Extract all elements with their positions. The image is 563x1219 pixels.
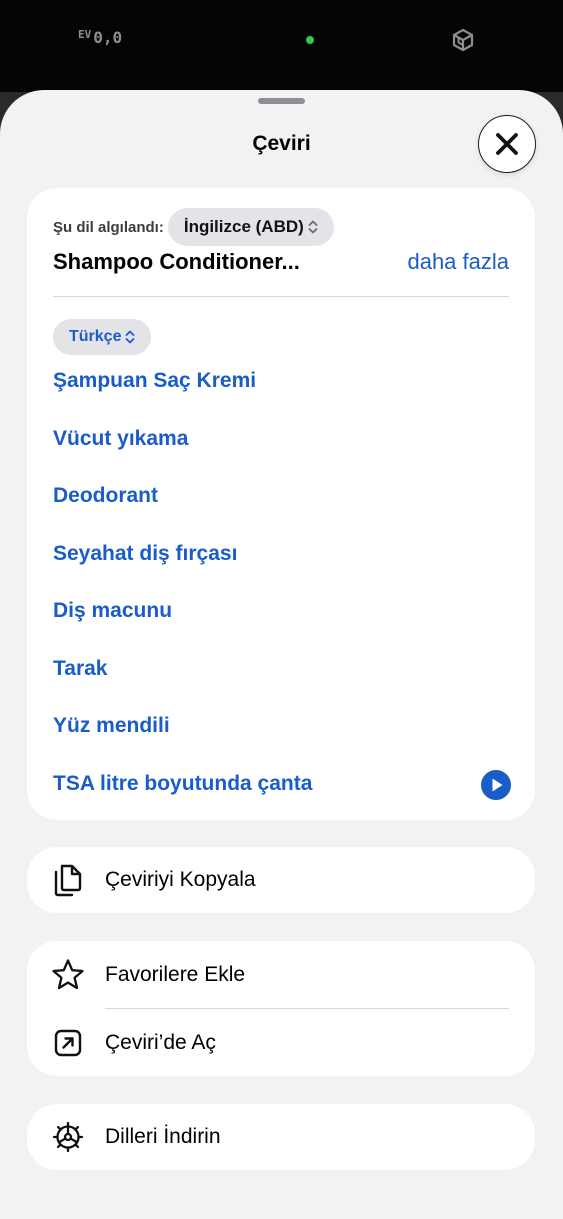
translated-line: Vücut yıkama — [53, 426, 189, 450]
screen: EV 0,0 Çeviri Şu dil algılandı: İngilizce… — [0, 0, 563, 1219]
divider — [105, 1008, 509, 1009]
camera-status-bar: EV 0,0 — [0, 0, 563, 92]
ev-value: 0,0 — [93, 28, 123, 47]
translated-line: Yüz mendili — [53, 714, 170, 737]
translated-line: Şampuan Saç Kremi — [53, 369, 257, 392]
translated-line: Tarak — [53, 656, 108, 680]
target-language-selector[interactable]: Türkçe — [53, 319, 152, 355]
source-language-name: İngilizce (ABD) — [183, 217, 304, 236]
copy-card: Çeviriyi Kopyala — [27, 847, 535, 913]
translation-sheet: Çeviri Şu dil algılandı: İngilizce (ABD)… — [0, 90, 563, 1219]
target-language-name: Türkçe — [69, 328, 122, 345]
chevron-up-down-icon — [126, 330, 135, 344]
actions-card: Favorilere Ekle Çeviri’de Aç — [27, 941, 535, 1076]
divider — [53, 296, 509, 297]
star-icon — [51, 958, 85, 992]
translated-line-last: TSA litre boyutunda çanta — [53, 768, 513, 826]
translation-card: Şu dil algılandı: İngilizce (ABD) Shampo… — [27, 188, 535, 820]
cube-icon[interactable] — [452, 28, 474, 52]
add-to-favorites-label: Favorilere Ekle — [105, 963, 246, 986]
camera-active-indicator — [306, 36, 314, 44]
translated-line: Diş macunu — [53, 599, 173, 622]
ev-label: EV — [78, 28, 92, 41]
gear-icon — [51, 1120, 85, 1154]
detected-language-row: Şu dil algılandı: İngilizce (ABD) — [53, 208, 334, 246]
source-language-selector[interactable]: İngilizce (ABD) — [167, 208, 334, 246]
copy-translation-label: Çeviriyi Kopyala — [105, 868, 256, 891]
translated-line: Seyahat diş fırçası — [53, 541, 238, 565]
download-languages-label: Dilleri İndirin — [105, 1125, 221, 1148]
download-card: Dilleri İndirin — [27, 1104, 535, 1170]
open-in-translate-label: Çeviri’de Aç — [105, 1031, 216, 1054]
open-external-icon — [51, 1026, 85, 1060]
source-text: Shampoo Conditioner... — [53, 249, 300, 274]
chevron-up-down-icon — [308, 220, 318, 234]
sheet-grabber[interactable] — [258, 98, 305, 104]
close-icon — [496, 133, 518, 155]
translated-line-text: TSA litre boyutunda çanta — [53, 771, 313, 795]
more-link[interactable]: daha fazla — [407, 249, 509, 275]
translated-text-list: Şampuan Saç Kremi Vücut yıkama Deodorant… — [53, 365, 513, 825]
exposure-readout[interactable]: EV 0,0 — [78, 28, 122, 47]
close-button[interactable] — [478, 115, 536, 173]
copy-icon — [51, 863, 85, 897]
download-languages-button[interactable]: Dilleri İndirin — [27, 1104, 535, 1170]
play-icon[interactable] — [481, 769, 511, 800]
open-in-translate-button[interactable]: Çeviri’de Aç — [27, 1010, 535, 1076]
translated-line: Deodorant — [53, 484, 158, 507]
copy-translation-button[interactable]: Çeviriyi Kopyala — [27, 847, 535, 913]
add-to-favorites-button[interactable]: Favorilere Ekle — [27, 942, 535, 1008]
detected-language-label: Şu dil algılandı: — [53, 218, 164, 236]
